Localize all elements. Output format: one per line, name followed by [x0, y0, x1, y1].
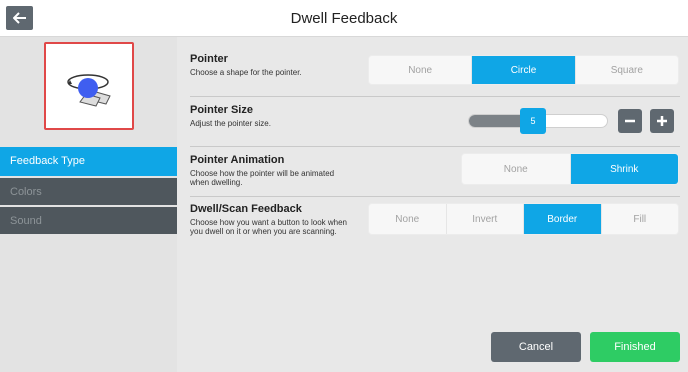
divider — [190, 196, 680, 197]
pointer-size-thumb[interactable]: 5 — [520, 108, 546, 134]
title-bar: Dwell Feedback — [0, 0, 688, 37]
divider — [190, 146, 680, 147]
sidebar-item-label: Feedback Type — [10, 155, 86, 167]
pointer-animation-selector: None Shrink — [461, 153, 679, 185]
sidebar-item-feedback-type[interactable]: Feedback Type — [0, 147, 185, 176]
animation-option-shrink[interactable]: Shrink — [570, 154, 678, 184]
decrease-size-button[interactable] — [618, 109, 642, 133]
arrow-left-icon — [12, 12, 26, 24]
dwell-scan-feedback-selector: None Invert Border Fill — [368, 203, 679, 235]
finished-button[interactable]: Finished — [590, 332, 680, 362]
plus-icon — [657, 116, 667, 126]
animation-option-none[interactable]: None — [462, 154, 571, 184]
sidebar-item-sound[interactable]: Sound — [0, 205, 177, 234]
feedback-option-border[interactable]: Border — [524, 204, 602, 234]
settings-panel: Pointer Choose a shape for the pointer. … — [177, 37, 688, 372]
sidebar: Feedback Type Colors Sound — [0, 37, 185, 372]
pointer-size-title: Pointer Size — [190, 104, 253, 116]
sidebar-nav: Feedback Type Colors Sound — [0, 147, 185, 234]
dwell-pointer-preview-icon — [67, 74, 111, 107]
feedback-option-none[interactable]: None — [369, 204, 447, 234]
pointer-option-none[interactable]: None — [369, 56, 473, 84]
sidebar-item-colors[interactable]: Colors — [0, 176, 177, 205]
pointer-preview — [44, 42, 134, 130]
page-title: Dwell Feedback — [290, 10, 398, 27]
feedback-option-fill[interactable]: Fill — [602, 204, 679, 234]
pointer-option-circle[interactable]: Circle — [472, 56, 576, 84]
pointer-shape-selector: None Circle Square — [368, 55, 679, 85]
feedback-option-invert[interactable]: Invert — [447, 204, 524, 234]
cancel-button[interactable]: Cancel — [491, 332, 581, 362]
back-button[interactable] — [6, 6, 33, 30]
increase-size-button[interactable] — [650, 109, 674, 133]
divider — [190, 96, 680, 97]
pointer-option-square[interactable]: Square — [576, 56, 678, 84]
sidebar-item-label: Sound — [10, 215, 42, 227]
minus-icon — [625, 119, 635, 123]
sidebar-item-label: Colors — [10, 186, 42, 198]
